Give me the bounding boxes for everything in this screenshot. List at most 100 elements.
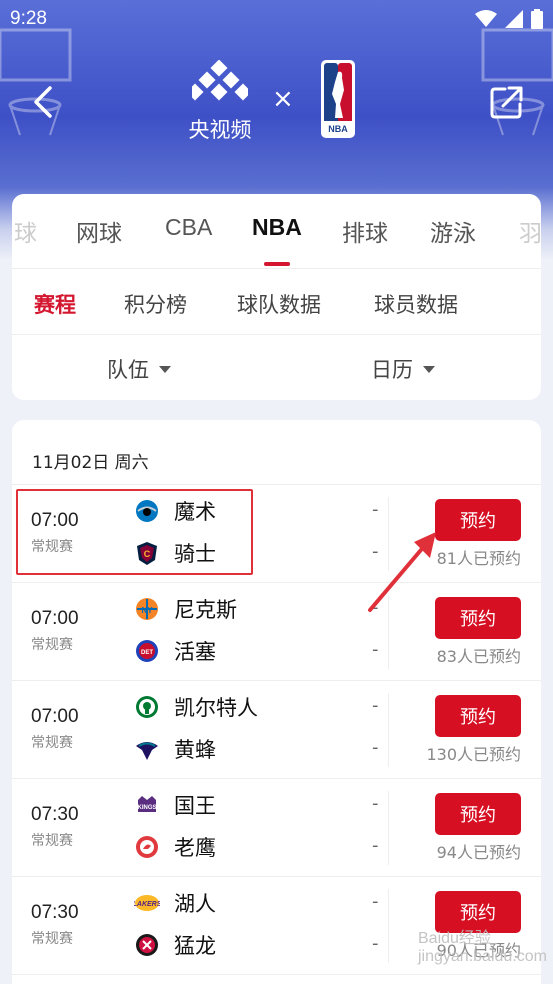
subtab-player-stats[interactable]: 球员数据 <box>374 289 458 319</box>
game-type: 常规赛 <box>31 539 73 555</box>
score: - <box>372 737 379 758</box>
calendar-filter[interactable]: 日历 <box>371 354 435 384</box>
back-arrow-icon[interactable] <box>30 84 58 120</box>
caret-down-icon <box>159 365 171 373</box>
nba-logo-text: NBA <box>328 124 348 134</box>
divider <box>12 268 541 269</box>
game-time: 07:00 <box>31 608 79 629</box>
game-row[interactable]: 07:00 常规赛 凯尔特人 黄蜂 - - 预约 130人已预约 <box>12 681 541 779</box>
cctv-video-logo-icon <box>186 59 252 101</box>
basketball-hoop-icon <box>481 28 553 136</box>
game-time: 07:00 <box>31 706 79 727</box>
divider <box>388 497 389 571</box>
raptors-logo-icon <box>134 932 160 958</box>
divider <box>12 334 541 335</box>
status-bar: 9:28 <box>0 0 553 36</box>
score: - <box>372 933 379 954</box>
team-home: 魔术 <box>134 496 216 526</box>
score: - <box>372 835 379 856</box>
game-type: 常规赛 <box>31 735 73 751</box>
divider <box>388 889 389 963</box>
team-name: 活塞 <box>174 640 216 664</box>
team-name: 黄蜂 <box>174 738 216 762</box>
team-home: LAKERS 湖人 <box>134 888 216 918</box>
divider <box>388 693 389 767</box>
score: - <box>372 891 379 912</box>
lakers-logo-icon: LAKERS <box>134 890 160 916</box>
subtab-standings[interactable]: 积分榜 <box>124 289 187 319</box>
team-away: C 骑士 <box>134 538 216 568</box>
team-away: 黄蜂 <box>134 734 216 764</box>
team-name: 湖人 <box>174 892 216 916</box>
kings-logo-icon: KINGS <box>134 792 160 818</box>
reserve-count: 83人已预约 <box>436 647 521 666</box>
cavaliers-logo-icon: C <box>134 540 160 566</box>
team-filter-label: 队伍 <box>107 358 149 382</box>
score: - <box>372 639 379 660</box>
team-name: 魔术 <box>174 500 216 524</box>
schedule-date: 11月02日 周六 <box>32 453 149 473</box>
game-type: 常规赛 <box>31 637 73 653</box>
tab-volleyball[interactable]: 排球 <box>342 214 388 248</box>
watermark: Baidu经验 jingyan.baidu.com <box>418 930 547 966</box>
pistons-logo-icon: DET <box>134 638 160 664</box>
times-symbol: × <box>272 84 294 114</box>
subtab-team-stats[interactable]: 球队数据 <box>237 289 321 319</box>
reserve-button[interactable]: 预约 <box>435 499 521 541</box>
reserve-button[interactable]: 预约 <box>435 793 521 835</box>
svg-text:NY: NY <box>141 606 153 615</box>
sport-tabs: 球 网球 CBA NBA 排球 游泳 羽 <box>12 194 541 268</box>
tab-tennis[interactable]: 网球 <box>76 214 122 248</box>
game-time: 07:30 <box>31 902 79 923</box>
reserve-button[interactable]: 预约 <box>435 695 521 737</box>
hawks-logo-icon <box>134 834 160 860</box>
basketball-hoop-icon <box>0 28 72 136</box>
divider <box>388 791 389 865</box>
game-type: 常规赛 <box>31 931 73 947</box>
status-icons <box>475 9 543 29</box>
reserve-button[interactable]: 预约 <box>435 597 521 639</box>
team-name: 老鹰 <box>174 836 216 860</box>
team-home: NY 尼克斯 <box>134 594 237 624</box>
svg-text:KINGS: KINGS <box>137 805 156 811</box>
tab-cba[interactable]: CBA <box>165 214 212 241</box>
game-row[interactable]: 07:00 常规赛 NY 尼克斯 DET 活塞 - - 预约 83人已预约 <box>12 583 541 681</box>
reserve-count: 94人已预约 <box>436 843 521 862</box>
divider <box>12 974 541 975</box>
game-time: 07:00 <box>31 510 79 531</box>
nba-logo-icon: NBA <box>321 60 355 138</box>
caret-down-icon <box>423 365 435 373</box>
team-name: 国王 <box>174 794 216 818</box>
brand-name: 央视频 <box>188 118 252 142</box>
game-row[interactable]: 07:00 常规赛 魔术 C 骑士 - - 预约 81人已预约 <box>12 485 541 583</box>
tab-partial-left[interactable]: 球 <box>14 214 37 248</box>
svg-text:DET: DET <box>141 650 153 656</box>
calendar-filter-label: 日历 <box>371 358 413 382</box>
score: - <box>372 695 379 716</box>
team-name: 凯尔特人 <box>174 696 258 720</box>
team-name: 尼克斯 <box>174 598 237 622</box>
share-icon[interactable] <box>489 84 525 120</box>
game-type: 常规赛 <box>31 833 73 849</box>
hornets-logo-icon <box>134 736 160 762</box>
reserve-count: 130人已预约 <box>426 745 521 764</box>
game-time: 07:30 <box>31 804 79 825</box>
battery-icon <box>531 9 543 29</box>
signal-icon <box>505 10 523 28</box>
team-away: 猛龙 <box>134 930 216 960</box>
magic-logo-icon <box>134 498 160 524</box>
score: - <box>372 541 379 562</box>
tab-partial-right[interactable]: 羽 <box>519 214 541 248</box>
score: - <box>372 499 379 520</box>
team-filter[interactable]: 队伍 <box>107 354 171 384</box>
cctv-video-brand: 央视频 <box>184 59 256 144</box>
knicks-logo-icon: NY <box>134 596 160 622</box>
team-home: KINGS 国王 <box>134 790 216 820</box>
divider <box>388 595 389 669</box>
status-time: 9:28 <box>10 8 47 29</box>
reserve-button[interactable]: 预约 <box>435 891 521 933</box>
tab-swimming[interactable]: 游泳 <box>430 214 476 248</box>
tab-nba[interactable]: NBA <box>252 214 302 241</box>
game-row[interactable]: 07:30 常规赛 KINGS 国王 老鹰 - - 预约 94人已预约 <box>12 779 541 877</box>
subtab-schedule[interactable]: 赛程 <box>34 289 76 319</box>
